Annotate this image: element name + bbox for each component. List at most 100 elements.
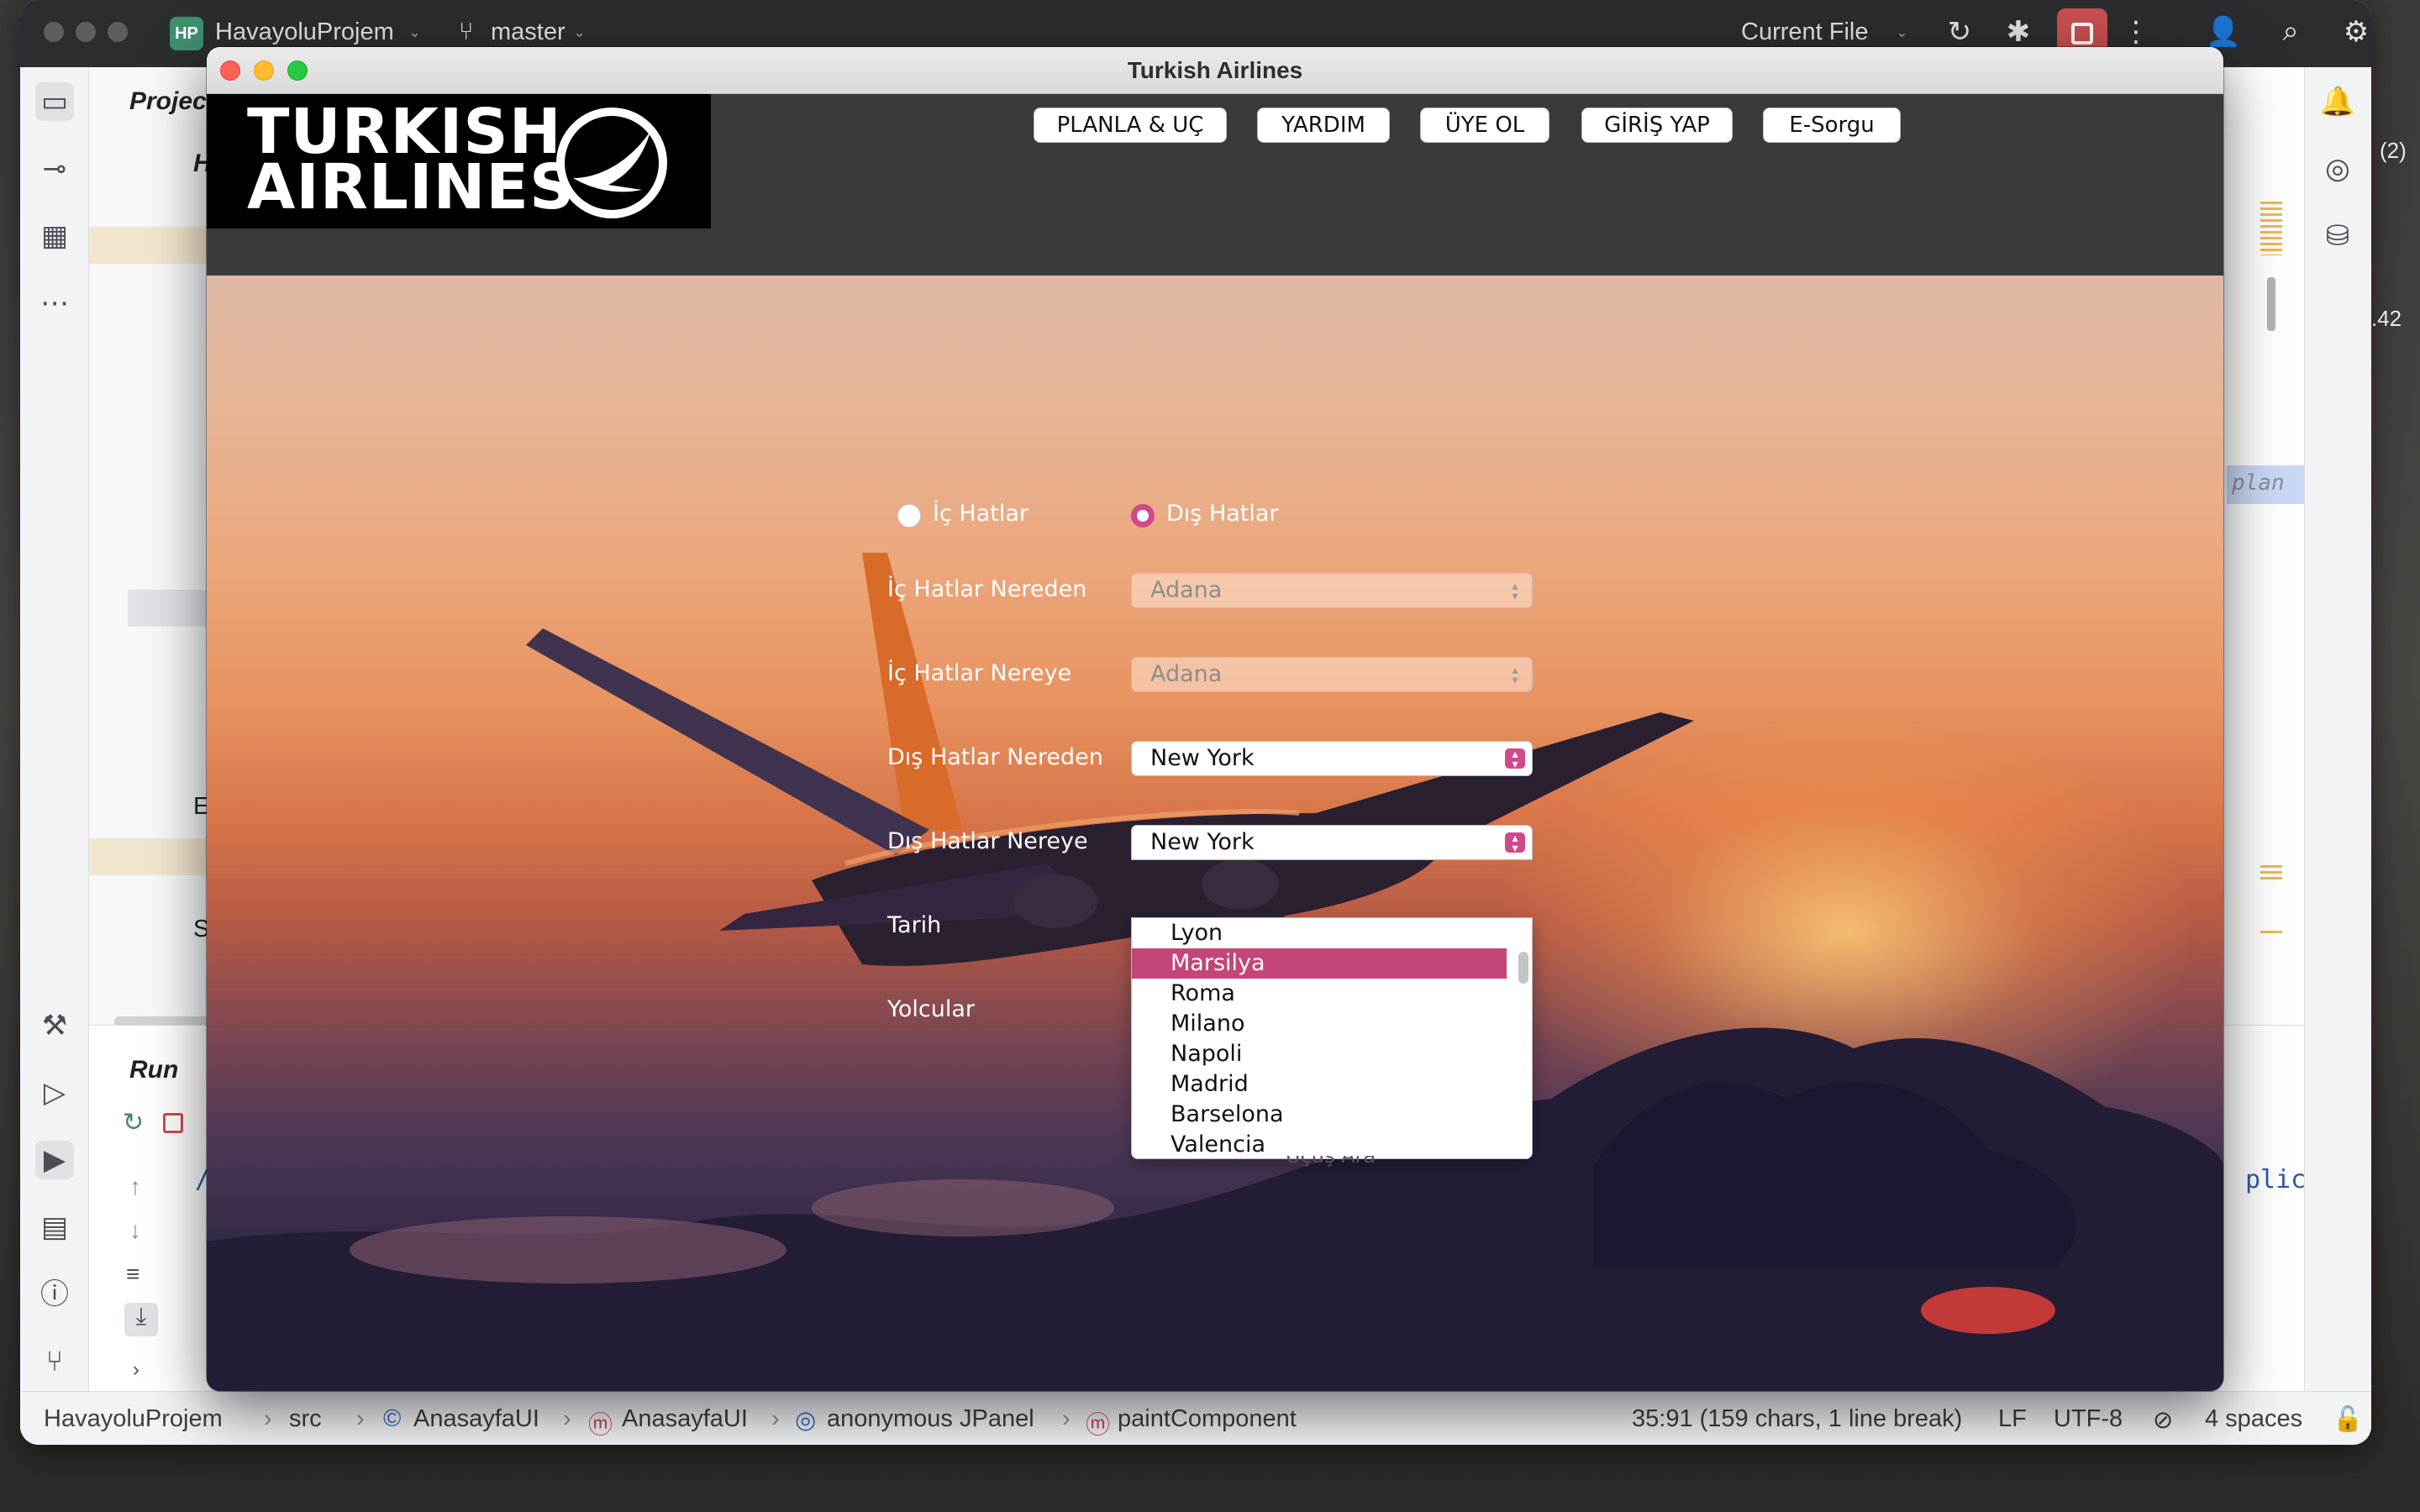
dropdown-option-valencia[interactable]: Valencia (1132, 1130, 1507, 1158)
project-badge: HP (170, 17, 203, 50)
status-crumb-class[interactable]: AnasayfaUI (413, 1405, 539, 1433)
debug-icon[interactable]: ✱ (2000, 15, 2037, 49)
dropdown-option-napoli[interactable]: Napoli (1132, 1039, 1507, 1069)
more-icon[interactable]: ⋮ (2118, 15, 2154, 49)
inspection-icon[interactable]: ⊘ (2153, 1405, 2173, 1435)
warning-stripes (2260, 865, 2282, 882)
project-tab-label[interactable]: Project (129, 87, 215, 116)
ide-close-button[interactable] (44, 22, 64, 42)
cursor-position[interactable]: 35:91 (159 chars, 1 line break) (1632, 1405, 1962, 1433)
ide-right-sidebar: 🔔 ◎ ⛁ (2304, 67, 2371, 1411)
chevron-down-icon: ⌄ (573, 24, 587, 40)
rerun-icon[interactable]: ↻ (123, 1108, 144, 1137)
updown-arrow-icon: ▴ ▾ (1505, 832, 1525, 854)
lock-icon[interactable]: 🔓 (2333, 1405, 2363, 1434)
warning-marker (2260, 931, 2282, 933)
run-tab-label[interactable]: Run (129, 1056, 178, 1084)
ide-minimize-button[interactable] (76, 22, 96, 42)
structure-icon[interactable]: ▦ (35, 217, 74, 255)
run-config-selector[interactable]: Current File (1741, 18, 1869, 46)
nav-e-sorgu-button[interactable]: E-Sorgu (1763, 108, 1901, 143)
indent-setting[interactable]: 4 spaces (2205, 1405, 2302, 1433)
tarih-label: Tarih (887, 912, 942, 938)
dis-nereye-dropdown-list[interactable]: Lyon Marsilya Roma Milano Napoli Madrid … (1131, 917, 1533, 1159)
database-icon[interactable]: ⛁ (2318, 217, 2357, 255)
logo-text: TURKISH AIRLINES (247, 96, 576, 223)
file-encoding[interactable]: UTF-8 (2054, 1405, 2123, 1433)
method-icon: ⓜ (588, 1412, 613, 1439)
chevron-right-icon: › (563, 1405, 571, 1432)
dis-nereye-combo[interactable]: New York ▴ ▾ (1131, 825, 1533, 860)
dropdown-option-marsilya[interactable]: Marsilya (1132, 948, 1507, 979)
status-crumb-anonymous[interactable]: anonymous JPanel (827, 1405, 1034, 1433)
services-icon[interactable]: ▷ (35, 1074, 74, 1112)
chevron-right-icon[interactable]: › (133, 1358, 139, 1382)
ide-tool-sidebar: ▭ ⊸ ▦ ⋯ ⚒ ▷ ▶ ▤ ⓘ ⑂ (20, 67, 89, 1411)
editor-scrollbar[interactable] (2267, 277, 2275, 331)
dropdown-option-roma[interactable]: Roma (1132, 979, 1507, 1009)
dis-hatlar-radio-label[interactable]: Dış Hatlar (1166, 501, 1279, 527)
status-crumb-paint[interactable]: paintComponent (1118, 1405, 1297, 1433)
dropdown-scrollbar-thumb[interactable] (1518, 952, 1528, 984)
build-icon[interactable]: ⚒ (35, 1006, 74, 1045)
dropdown-option-lyon[interactable]: Lyon (1132, 918, 1507, 948)
ic-nereden-label: İç Hatlar Nereden (887, 576, 1087, 602)
chevron-right-icon: › (1062, 1405, 1071, 1432)
warning-stripes (2260, 202, 2282, 255)
dis-nereden-value: New York (1150, 745, 1255, 771)
project-name[interactable]: HavayoluProjem (215, 18, 394, 46)
crane-logo-icon (556, 108, 667, 218)
editor-hint-text: plan (2232, 470, 2285, 496)
ic-nereden-value: Adana (1150, 577, 1223, 603)
ic-nereden-combo: Adana ▴ ▾ (1131, 573, 1533, 608)
status-crumb-project[interactable]: HavayoluProjem (44, 1405, 223, 1433)
soft-wrap-icon[interactable]: ≡ (126, 1261, 139, 1288)
tree-badge: (2) (2380, 138, 2407, 163)
dropdown-option-madrid[interactable]: Madrid (1132, 1069, 1507, 1100)
status-crumb-method[interactable]: AnasayfaUI (622, 1405, 748, 1433)
app-window: Turkish Airlines TURKISH AIRLINES PLANLA… (207, 47, 2223, 1391)
dropdown-option-milano[interactable]: Milano (1132, 1009, 1507, 1039)
terminal-icon[interactable]: ▤ (35, 1208, 74, 1247)
branch-name[interactable]: master (491, 18, 566, 46)
updown-arrow-icon: ▴ ▾ (1512, 664, 1518, 687)
arrow-down-icon[interactable]: ↓ (129, 1217, 141, 1244)
chevron-right-icon: › (771, 1405, 780, 1432)
ai-assistant-icon[interactable]: ◎ (2318, 150, 2357, 188)
nav-planla-uc-button[interactable]: PLANLA & UÇ (1034, 108, 1227, 143)
ic-hatlar-radio-label[interactable]: İç Hatlar (933, 501, 1028, 527)
search-icon[interactable]: ⌕ (2272, 15, 2309, 48)
git-icon[interactable]: ⑂ (35, 1342, 74, 1381)
status-crumb-src[interactable]: src (289, 1405, 322, 1433)
notifications-icon[interactable]: 🔔 (2318, 82, 2357, 121)
dropdown-option-barselona[interactable]: Barselona (1132, 1100, 1507, 1130)
line-ending[interactable]: LF (1998, 1405, 2027, 1433)
window-title: Turkish Airlines (1127, 57, 1303, 83)
rerun-icon[interactable]: ↻ (1941, 15, 1978, 49)
dis-nereden-combo[interactable]: New York ▴ ▾ (1131, 741, 1533, 776)
folder-icon[interactable]: ▭ (35, 82, 74, 121)
updown-arrow-icon: ▴ ▾ (1505, 748, 1525, 770)
run-tool-icon[interactable]: ▶ (35, 1141, 74, 1179)
scroll-to-end-icon[interactable]: ⤓ (124, 1303, 158, 1336)
branch-icon: ⑂ (459, 18, 474, 45)
ic-nereye-value: Adana (1150, 661, 1223, 687)
nav-giris-yap-button[interactable]: GİRİŞ YAP (1581, 108, 1733, 143)
ic-hatlar-radio[interactable] (897, 504, 921, 528)
more-tools-icon[interactable]: ⋯ (35, 284, 74, 323)
nav-uye-ol-button[interactable]: ÜYE OL (1420, 108, 1549, 143)
ic-nereye-label: İç Hatlar Nereye (887, 660, 1072, 686)
arrow-up-icon[interactable]: ↑ (129, 1173, 141, 1200)
commit-icon[interactable]: ⊸ (35, 150, 74, 188)
stop-icon[interactable] (163, 1113, 183, 1133)
nav-yardim-button[interactable]: YARDIM (1257, 108, 1390, 143)
add-user-icon[interactable]: 👤 (2205, 15, 2242, 49)
dis-hatlar-radio[interactable] (1131, 504, 1155, 528)
ide-zoom-button[interactable] (108, 22, 128, 42)
gear-icon[interactable]: ⚙ (2338, 15, 2371, 49)
status-bar: HavayoluProjem › src › © AnasayfaUI › ⓜ … (20, 1391, 2371, 1445)
method-icon: ⓜ (1086, 1412, 1111, 1439)
editor-area: plan (2227, 67, 2304, 1025)
tree-number: .42 (2371, 306, 2402, 331)
problems-icon[interactable]: ⓘ (35, 1275, 74, 1314)
